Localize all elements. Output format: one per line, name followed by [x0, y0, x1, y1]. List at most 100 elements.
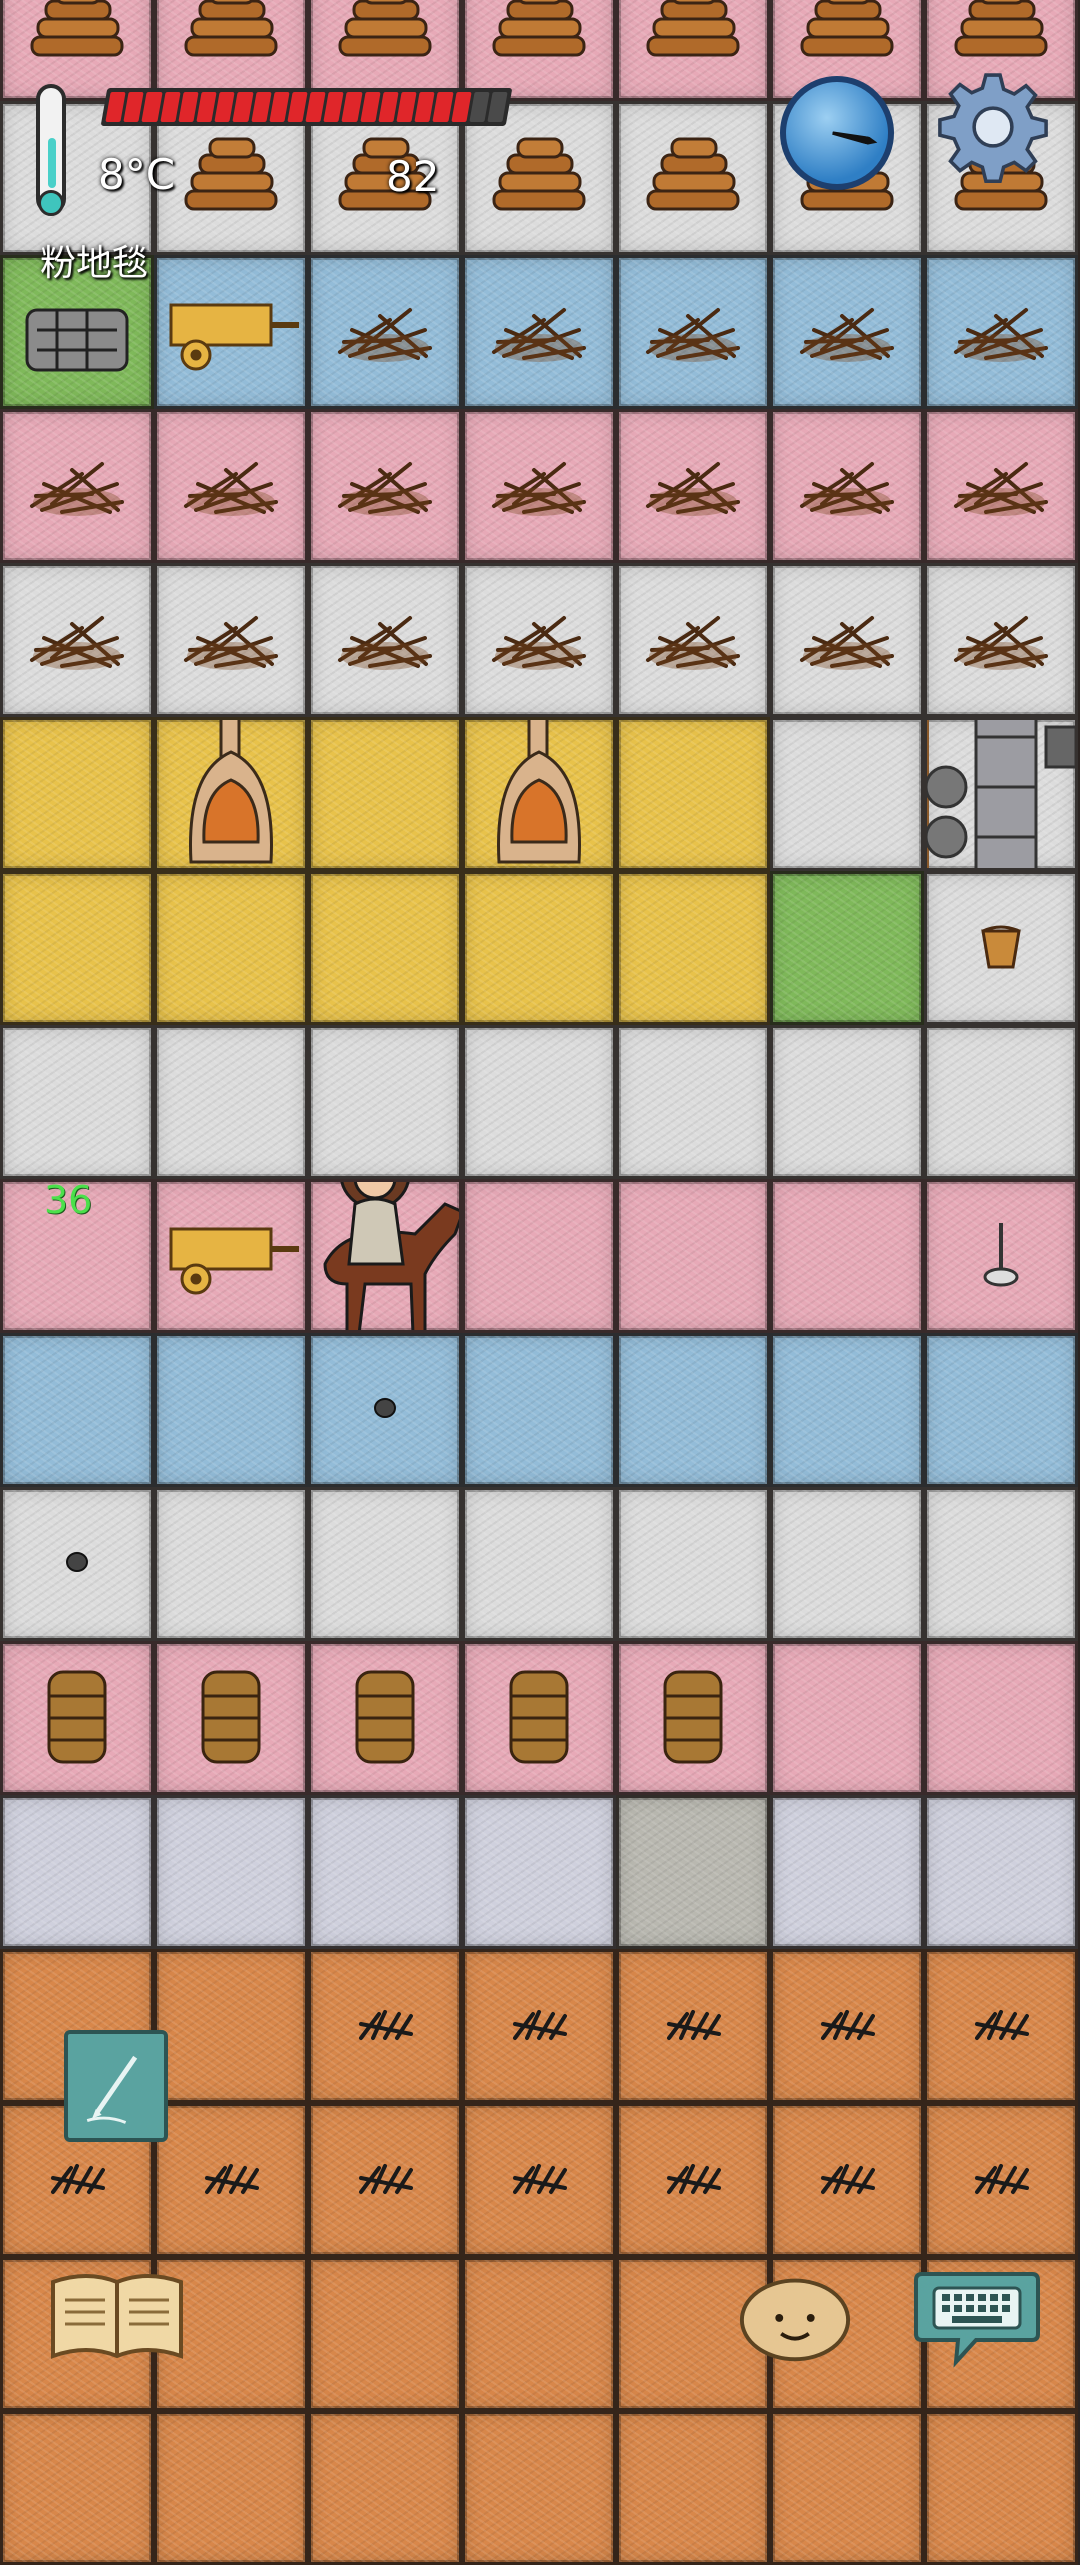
- kindling-object[interactable]: [792, 598, 902, 682]
- weed-object[interactable]: [509, 2158, 569, 2202]
- tile-white[interactable]: [616, 563, 770, 717]
- weed-object[interactable]: [817, 2158, 877, 2202]
- tile-pink[interactable]: [924, 409, 1078, 563]
- tile-yellow[interactable]: [0, 871, 154, 1025]
- tile-stone[interactable]: [462, 1795, 616, 1949]
- tile-pink[interactable]: [154, 409, 308, 563]
- basket-object[interactable]: [45, 1666, 109, 1770]
- tile-white[interactable]: [0, 1487, 154, 1641]
- tile-blue[interactable]: [462, 1333, 616, 1487]
- firewood-object[interactable]: [946, 0, 1056, 71]
- tile-blue[interactable]: [616, 255, 770, 409]
- basket-object[interactable]: [199, 1666, 263, 1770]
- weed-object[interactable]: [509, 2004, 569, 2048]
- tile-yellow[interactable]: [0, 717, 154, 871]
- tile-orange[interactable]: [308, 2103, 462, 2257]
- tile-orange[interactable]: [770, 1949, 924, 2103]
- tile-yellow[interactable]: [462, 717, 616, 871]
- tile-pink[interactable]: [924, 1179, 1078, 1333]
- kindling-object[interactable]: [176, 444, 286, 528]
- weed-object[interactable]: [971, 2158, 1031, 2202]
- basket-object[interactable]: [661, 1666, 725, 1770]
- spindle-object[interactable]: [979, 1219, 1023, 1293]
- kindling-object[interactable]: [22, 598, 132, 682]
- tile-orange[interactable]: [154, 1949, 308, 2103]
- kindling-object[interactable]: [22, 444, 132, 528]
- firewood-object[interactable]: [176, 131, 286, 225]
- tile-orange[interactable]: [924, 1949, 1078, 2103]
- tile-yellow[interactable]: [154, 717, 308, 871]
- tile-white[interactable]: [616, 1487, 770, 1641]
- firewood-object[interactable]: [330, 0, 440, 71]
- tile-pink[interactable]: [616, 1179, 770, 1333]
- tile-blue[interactable]: [154, 1333, 308, 1487]
- tile-orange[interactable]: [616, 2103, 770, 2257]
- game-world[interactable]: [0, 0, 1078, 2565]
- note-button[interactable]: [64, 2030, 168, 2142]
- tile-white[interactable]: [308, 1025, 462, 1179]
- tile-orange[interactable]: [770, 2103, 924, 2257]
- tile-white[interactable]: [308, 1487, 462, 1641]
- emote-button[interactable]: [736, 2264, 854, 2364]
- chat-button[interactable]: [912, 2262, 1042, 2370]
- tile-orange[interactable]: [462, 2411, 616, 2565]
- tile-stone[interactable]: [924, 1795, 1078, 1949]
- tile-blue[interactable]: [154, 255, 308, 409]
- firewood-object[interactable]: [484, 131, 594, 225]
- tile-blue[interactable]: [0, 1333, 154, 1487]
- newcomen-object[interactable]: [927, 720, 1075, 868]
- well-object[interactable]: [17, 280, 137, 384]
- kindling-object[interactable]: [330, 598, 440, 682]
- tile-white[interactable]: [154, 1025, 308, 1179]
- kiln-object[interactable]: [176, 720, 286, 868]
- tile-white[interactable]: [616, 101, 770, 255]
- tile-white[interactable]: [308, 563, 462, 717]
- tile-white[interactable]: [770, 717, 924, 871]
- tile-blue[interactable]: [462, 255, 616, 409]
- kindling-object[interactable]: [330, 290, 440, 374]
- firewood-object[interactable]: [176, 0, 286, 71]
- kindling-object[interactable]: [638, 290, 748, 374]
- kindling-object[interactable]: [638, 598, 748, 682]
- tile-blue[interactable]: [308, 255, 462, 409]
- kindling-object[interactable]: [638, 444, 748, 528]
- tile-white[interactable]: [154, 563, 308, 717]
- tile-white[interactable]: [924, 563, 1078, 717]
- tile-orange[interactable]: [0, 2411, 154, 2565]
- tile-orange[interactable]: [462, 2103, 616, 2257]
- tile-white[interactable]: [462, 1025, 616, 1179]
- tile-pink[interactable]: [616, 0, 770, 101]
- kindling-object[interactable]: [946, 598, 1056, 682]
- compass-icon[interactable]: [780, 76, 894, 190]
- basket-object[interactable]: [353, 1666, 417, 1770]
- tile-stone[interactable]: [154, 1795, 308, 1949]
- stone-object[interactable]: [64, 1550, 90, 1578]
- tile-blue[interactable]: [308, 1333, 462, 1487]
- kindling-object[interactable]: [484, 290, 594, 374]
- tile-cobble[interactable]: [616, 1795, 770, 1949]
- tile-orange[interactable]: [924, 2103, 1078, 2257]
- tile-pink[interactable]: [770, 409, 924, 563]
- tile-pink[interactable]: [154, 0, 308, 101]
- tile-yellow[interactable]: [462, 871, 616, 1025]
- tile-yellow[interactable]: [308, 717, 462, 871]
- tile-white[interactable]: [770, 563, 924, 717]
- firewood-object[interactable]: [638, 0, 748, 71]
- kindling-object[interactable]: [946, 444, 1056, 528]
- firewood-object[interactable]: [22, 0, 132, 71]
- tile-pink[interactable]: [308, 0, 462, 101]
- weed-object[interactable]: [355, 2004, 415, 2048]
- horse-rider-object[interactable]: [311, 1182, 459, 1330]
- tile-yellow[interactable]: [616, 717, 770, 871]
- kiln-object[interactable]: [484, 720, 594, 868]
- tile-orange[interactable]: [616, 2411, 770, 2565]
- book-button[interactable]: [46, 2264, 188, 2364]
- tile-yellow[interactable]: [154, 871, 308, 1025]
- tile-stone[interactable]: [770, 1795, 924, 1949]
- tile-orange[interactable]: [924, 2411, 1078, 2565]
- tile-blue[interactable]: [924, 255, 1078, 409]
- cart-object[interactable]: [161, 1209, 301, 1303]
- basket-object[interactable]: [507, 1666, 571, 1770]
- kindling-object[interactable]: [484, 444, 594, 528]
- tile-pink[interactable]: [616, 1641, 770, 1795]
